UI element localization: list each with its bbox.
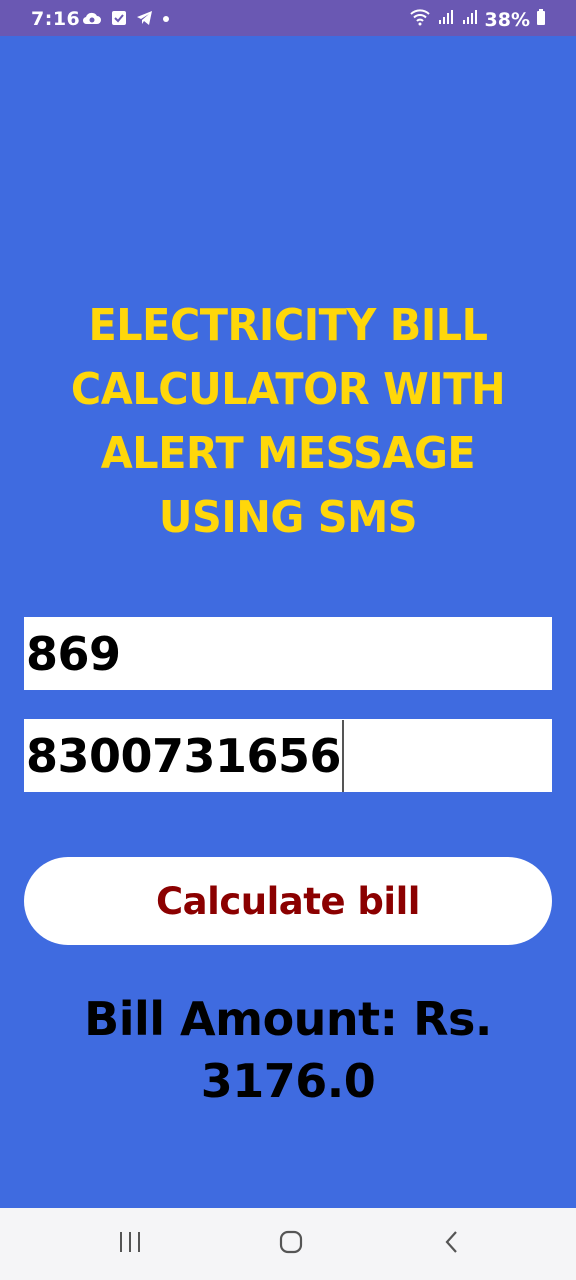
units-input-value: 869	[26, 626, 121, 681]
recents-icon	[117, 1230, 143, 1259]
status-bar: 7:16 38%	[0, 0, 576, 36]
dot-icon	[162, 9, 170, 31]
status-time: 7:16	[31, 8, 81, 30]
units-input[interactable]: 869	[24, 617, 552, 690]
home-icon	[278, 1229, 304, 1260]
checkbox-icon	[111, 9, 127, 31]
signal-icon	[461, 8, 479, 31]
app-screen: ELECTRICITY BILL CALCULATOR WITH ALERT M…	[0, 36, 576, 1208]
notification-icons	[82, 9, 170, 31]
wifi-icon	[409, 8, 431, 31]
bill-amount-result: Bill Amount: Rs. 3176.0	[84, 992, 492, 1108]
phone-number-input-value: 8300731656	[26, 728, 342, 783]
back-button[interactable]	[432, 1226, 472, 1262]
system-icons: 38%	[409, 8, 546, 31]
cloud-sync-icon	[82, 9, 102, 31]
calculate-bill-button[interactable]: Calculate bill	[24, 857, 552, 945]
navigation-bar	[0, 1208, 576, 1280]
signal-icon	[437, 8, 455, 31]
text-cursor	[342, 719, 345, 792]
recents-button[interactable]	[110, 1226, 150, 1262]
back-icon	[442, 1229, 462, 1260]
home-button[interactable]	[271, 1226, 311, 1262]
phone-number-input[interactable]: 8300731656	[24, 719, 552, 792]
battery-icon	[536, 8, 546, 31]
page-title: ELECTRICITY BILL CALCULATOR WITH ALERT M…	[70, 300, 506, 543]
battery-level: 38%	[484, 8, 530, 31]
telegram-icon	[136, 9, 153, 31]
calculate-bill-button-label: Calculate bill	[156, 879, 420, 923]
